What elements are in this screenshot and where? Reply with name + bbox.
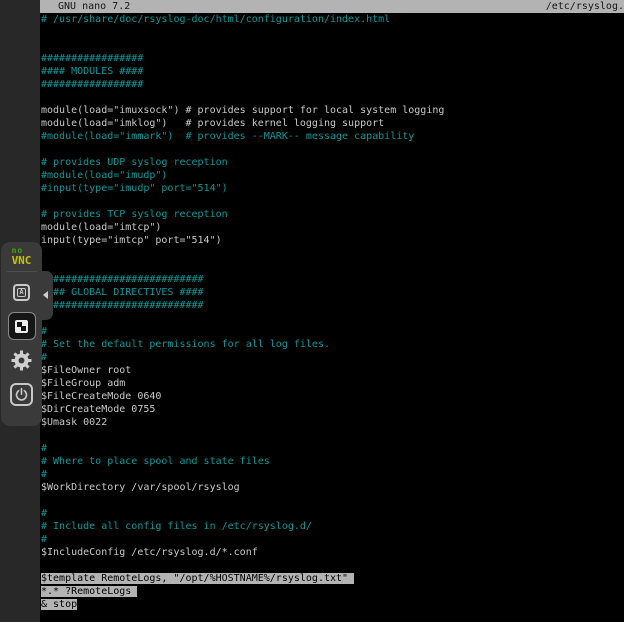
editor-line (41, 312, 624, 325)
editor-line: # (41, 468, 624, 481)
editor-line (41, 26, 624, 39)
extra-keys-button[interactable]: A (8, 278, 36, 306)
editor-line: $FileOwner root (41, 364, 624, 377)
editor-line (41, 39, 624, 52)
editor-line: module(load="imuxsock") # provides suppo… (41, 104, 624, 117)
editor-line: # (41, 533, 624, 546)
editor-line: # (41, 442, 624, 455)
editor-line: #### MODULES #### (41, 65, 624, 78)
vnc-controlbar: no VNC A (1, 242, 42, 426)
editor-line: # /usr/share/doc/rsyslog-doc/html/config… (41, 13, 624, 26)
disconnect-button[interactable] (10, 383, 33, 406)
fullscreen-icon (15, 320, 28, 333)
novnc-logo: no VNC (12, 247, 32, 266)
gear-icon (11, 350, 32, 371)
editor-line: $template RemoteLogs, "/opt/%HOSTNAME%/r… (41, 572, 624, 585)
editor-line: #### GLOBAL DIRECTIVES #### (41, 286, 624, 299)
novnc-logo-bottom: VNC (12, 255, 32, 266)
editor-line: # Include all config files in /etc/rsysl… (41, 520, 624, 533)
editor-line: # (41, 351, 624, 364)
editor-line: ########################### (41, 299, 624, 312)
editor-screen[interactable]: # /usr/share/doc/rsyslog-doc/html/config… (41, 13, 624, 622)
editor-line: $FileGroup adm (41, 377, 624, 390)
editor-line: ################# (41, 78, 624, 91)
editor-line (41, 143, 624, 156)
editor-line (41, 91, 624, 104)
editor-line: #module(load="imudp") (41, 169, 624, 182)
editor-line (41, 260, 624, 273)
editor-line: $Umask 0022 (41, 416, 624, 429)
editor-line: module(load="imtcp") (41, 221, 624, 234)
editor-line: # (41, 325, 624, 338)
editor-line (41, 559, 624, 572)
power-icon (14, 387, 29, 402)
fullscreen-button[interactable] (8, 312, 36, 340)
editor-line: $IncludeConfig /etc/rsyslog.d/*.conf (41, 546, 624, 559)
terminal-window[interactable]: GNU nano 7.2 /etc/rsyslog. # /usr/share/… (40, 0, 624, 622)
editor-line: #module(load="immark") # provides --MARK… (41, 130, 624, 143)
editor-line: # Where to place spool and state files (41, 455, 624, 468)
a-key-icon: A (13, 284, 30, 301)
editor-line: # (41, 507, 624, 520)
editor-line (41, 494, 624, 507)
editor-line: $FileCreateMode 0640 (41, 390, 624, 403)
editor-line (41, 195, 624, 208)
editor-line: ########################### (41, 273, 624, 286)
editor-line: *.* ?RemoteLogs (41, 585, 624, 598)
editor-line (41, 247, 624, 260)
editor-line: & stop (41, 598, 624, 611)
editor-line: module(load="imklog") # provides kernel … (41, 117, 624, 130)
editor-line: input(type="imtcp" port="514") (41, 234, 624, 247)
nano-version-label: GNU nano 7.2 (40, 0, 130, 13)
editor-line: # Set the default permissions for all lo… (41, 338, 624, 351)
editor-line: # provides TCP syslog reception (41, 208, 624, 221)
editor-line: ################# (41, 52, 624, 65)
nano-titlebar: GNU nano 7.2 /etc/rsyslog. (40, 0, 624, 13)
editor-line: #input(type="imudp" port="514") (41, 182, 624, 195)
editor-line: $DirCreateMode 0755 (41, 403, 624, 416)
editor-line (41, 429, 624, 442)
editor-line: # provides UDP syslog reception (41, 156, 624, 169)
nano-filename-label: /etc/rsyslog. (546, 0, 624, 13)
panel-divider (7, 271, 37, 272)
collapse-left-arrow-icon (43, 291, 48, 299)
editor-line: $WorkDirectory /var/spool/rsyslog (41, 481, 624, 494)
settings-button[interactable] (8, 346, 36, 374)
